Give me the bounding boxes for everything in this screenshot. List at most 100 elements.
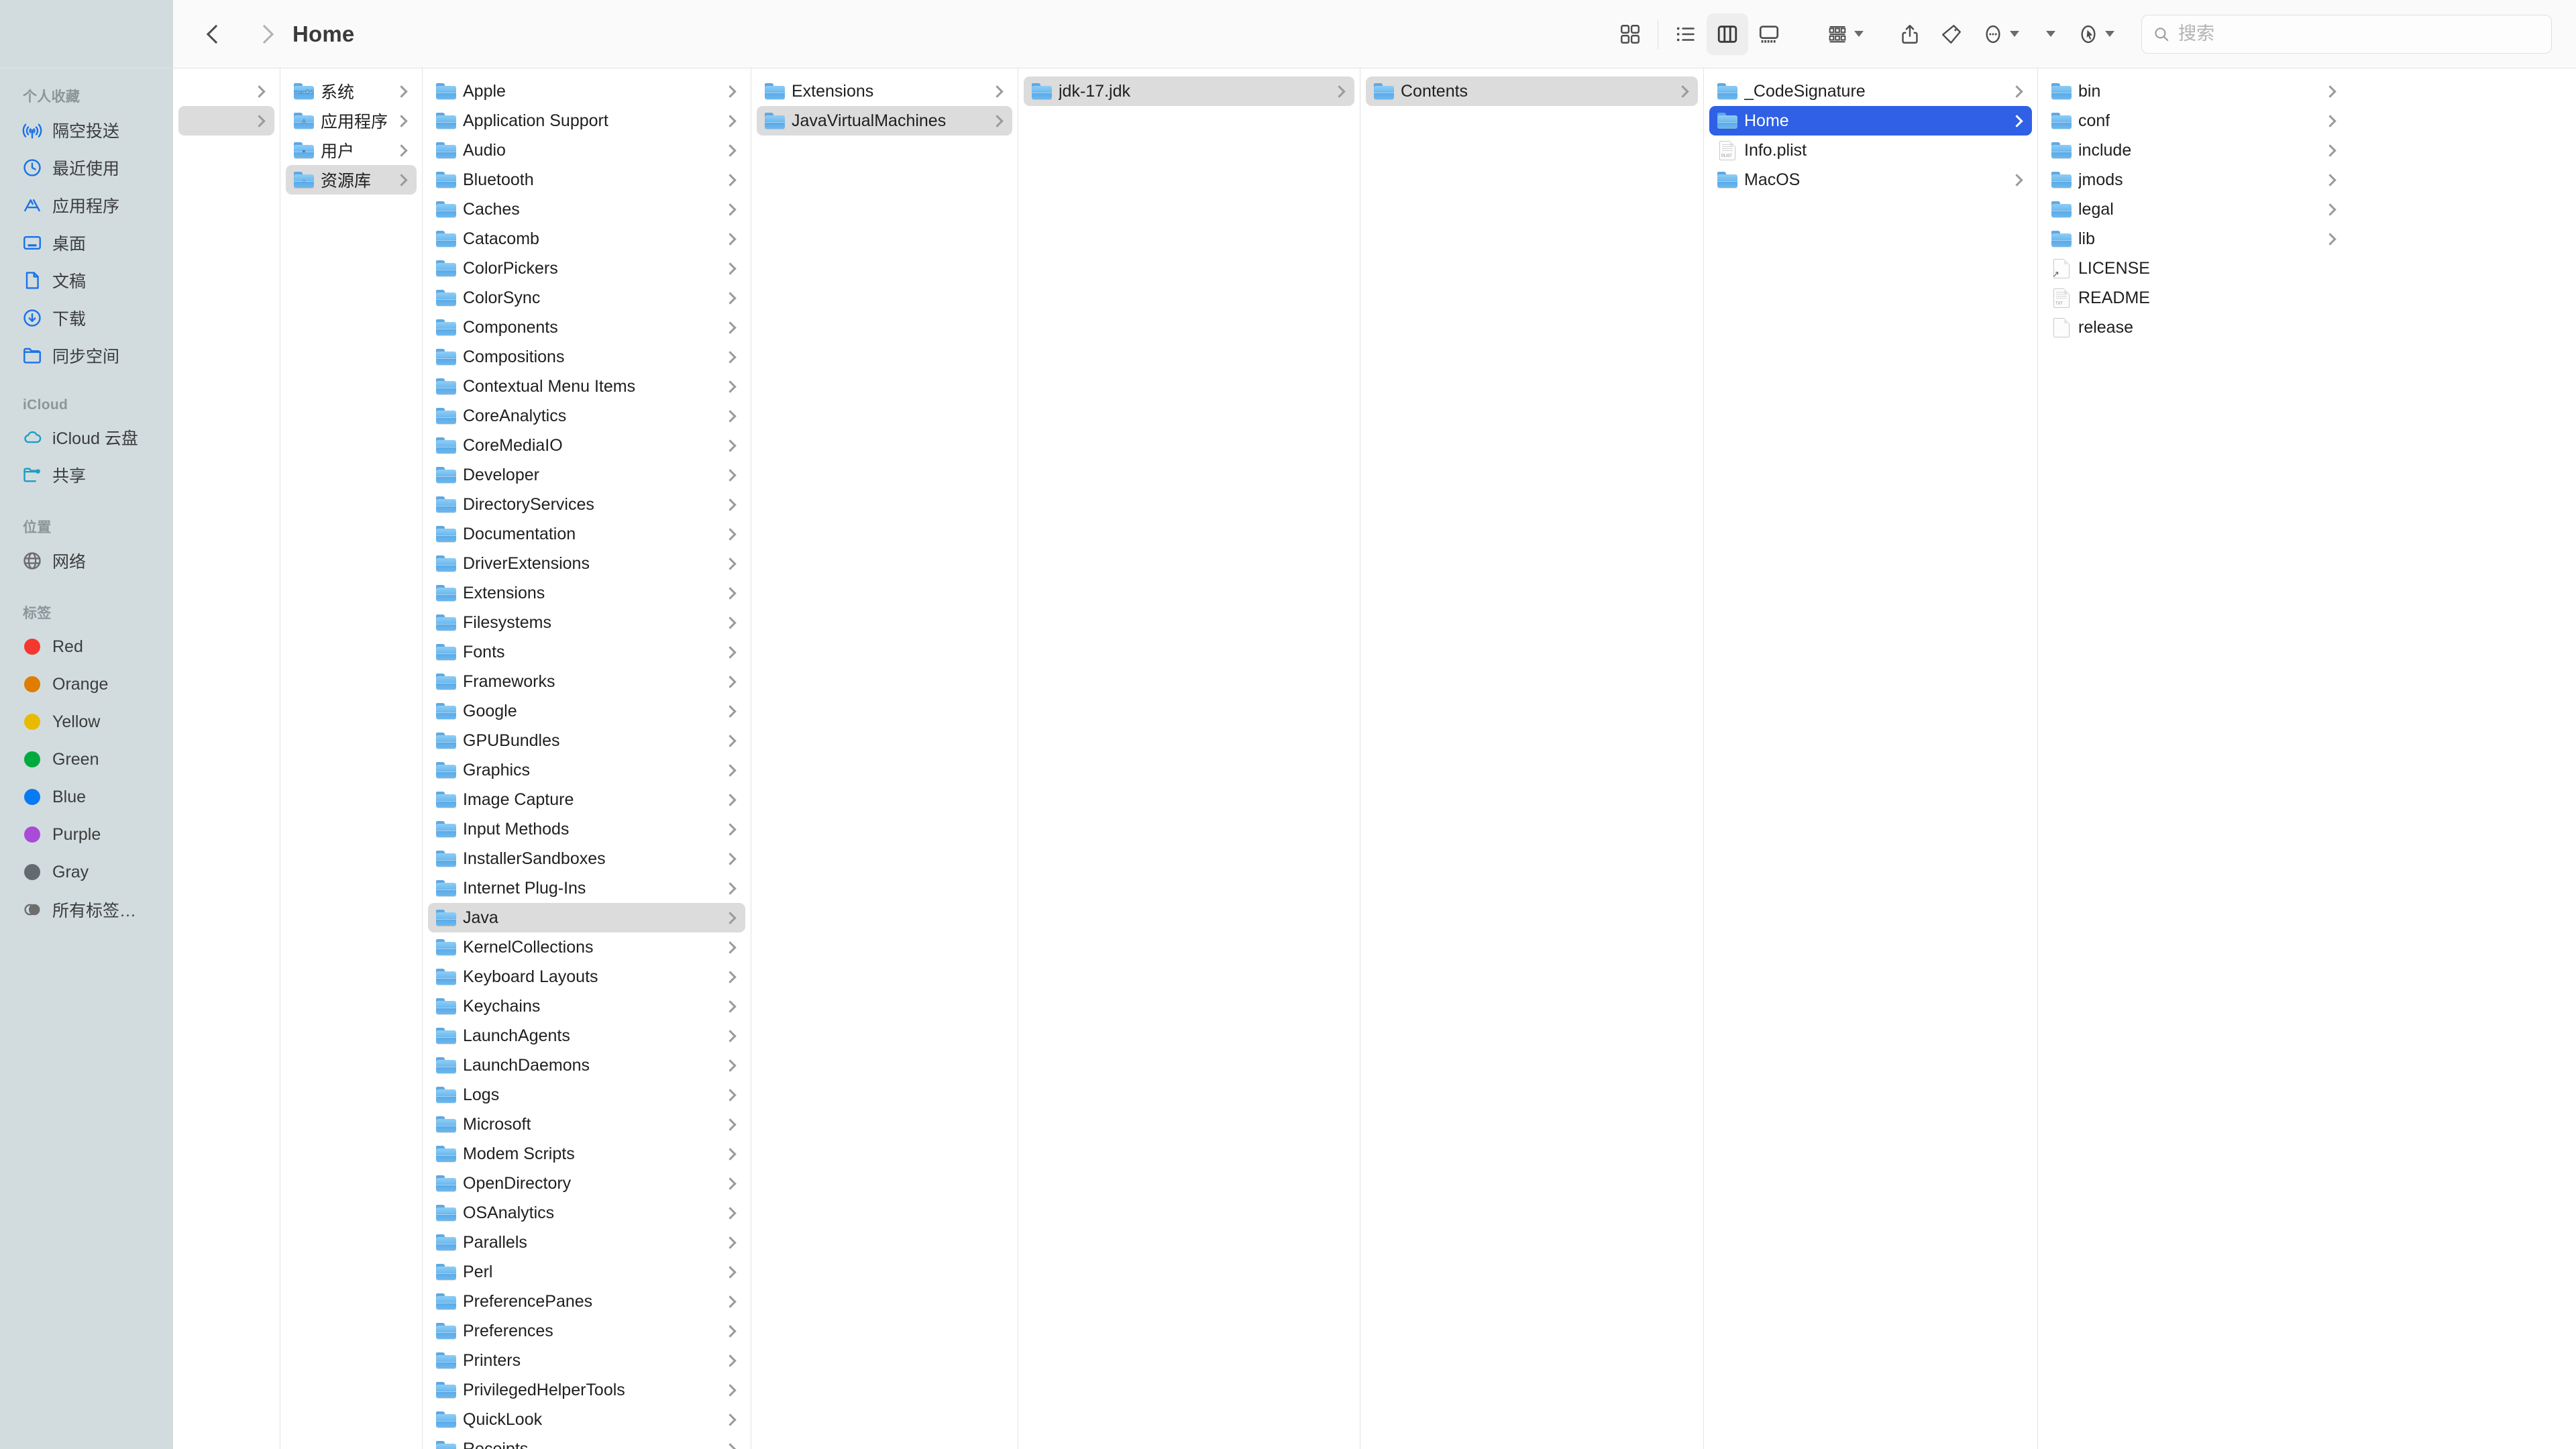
column-row[interactable]: Graphics: [428, 755, 745, 785]
sidebar-item-[interactable]: 同步空间: [0, 337, 173, 374]
column-row[interactable]: Java: [428, 903, 745, 932]
back-button[interactable]: [197, 18, 229, 50]
column-row[interactable]: legal: [2043, 195, 2345, 224]
column-row[interactable]: CoreAnalytics: [428, 401, 745, 431]
tags-button[interactable]: [1931, 13, 1972, 55]
sidebar-item-[interactable]: 文稿: [0, 262, 173, 299]
column-row[interactable]: Parallels: [428, 1228, 745, 1257]
sidebar-item-[interactable]: 下载: [0, 299, 173, 337]
column-row[interactable]: PLIST Info.plist: [1709, 136, 2032, 165]
column-row[interactable]: Printers: [428, 1346, 745, 1375]
column-row[interactable]: Audio: [428, 136, 745, 165]
column-row[interactable]: Apple: [428, 76, 745, 106]
column-row[interactable]: TXT README: [2043, 283, 2345, 313]
column-row[interactable]: CoreMediaIO: [428, 431, 745, 460]
column-row[interactable]: ● 用户: [286, 136, 417, 165]
column-row[interactable]: OSAnalytics: [428, 1198, 745, 1228]
list-view-button[interactable]: [1665, 13, 1707, 55]
column-row[interactable]: DirectoryServices: [428, 490, 745, 519]
sidebar-item-[interactable]: 共享: [0, 456, 173, 494]
column-row[interactable]: jdk-17.jdk: [1024, 76, 1354, 106]
column-row[interactable]: Developer: [428, 460, 745, 490]
column-row[interactable]: Microsoft: [428, 1110, 745, 1139]
column-row[interactable]: include: [2043, 136, 2345, 165]
column-row[interactable]: PrivilegedHelperTools: [428, 1375, 745, 1405]
column-row[interactable]: [178, 76, 274, 106]
column-row[interactable]: bin: [2043, 76, 2345, 106]
column-row[interactable]: Home: [1709, 106, 2032, 136]
forward-button[interactable]: [247, 18, 279, 50]
column-row[interactable]: conf: [2043, 106, 2345, 136]
column-row[interactable]: Extensions: [757, 76, 1012, 106]
column-row[interactable]: Bluetooth: [428, 165, 745, 195]
column-row[interactable]: Documentation: [428, 519, 745, 549]
column-row[interactable]: Keyboard Layouts: [428, 962, 745, 991]
share-button[interactable]: [1889, 13, 1931, 55]
column-row[interactable]: Frameworks: [428, 667, 745, 696]
column-row[interactable]: MacOS: [1709, 165, 2032, 195]
column-row[interactable]: Caches: [428, 195, 745, 224]
column-row[interactable]: Preferences: [428, 1316, 745, 1346]
column-row[interactable]: GPUBundles: [428, 726, 745, 755]
column-row[interactable]: Modem Scripts: [428, 1139, 745, 1169]
sidebar-item-yellow[interactable]: Yellow: [0, 703, 173, 741]
column-row[interactable]: Contextual Menu Items: [428, 372, 745, 401]
column-row[interactable]: PreferencePanes: [428, 1287, 745, 1316]
column-row[interactable]: _CodeSignature: [1709, 76, 2032, 106]
group-by-button[interactable]: [1817, 13, 1876, 55]
sidebar-item-[interactable]: 隔空投送: [0, 111, 173, 149]
column-row[interactable]: LaunchDaemons: [428, 1051, 745, 1080]
sidebar-item-red[interactable]: Red: [0, 628, 173, 665]
column-row[interactable]: Compositions: [428, 342, 745, 372]
column-row[interactable]: jmods: [2043, 165, 2345, 195]
sidebar-item-blue[interactable]: Blue: [0, 778, 173, 816]
column-view-button[interactable]: [1707, 13, 1748, 55]
column-row[interactable]: Image Capture: [428, 785, 745, 814]
sidebar-item-[interactable]: 应用程序: [0, 186, 173, 224]
column-row[interactable]: Components: [428, 313, 745, 342]
column-row[interactable]: Catacomb: [428, 224, 745, 254]
column-row[interactable]: lib: [2043, 224, 2345, 254]
column-row[interactable]: Input Methods: [428, 814, 745, 844]
column-row[interactable]: A 应用程序: [286, 106, 417, 136]
search-input[interactable]: [2178, 23, 2540, 44]
column-row[interactable]: Receipts: [428, 1434, 745, 1449]
column-row[interactable]: macOS 系统: [286, 76, 417, 106]
column-row[interactable]: Logs: [428, 1080, 745, 1110]
column-row[interactable]: ↗ LICENSE: [2043, 254, 2345, 283]
overflow-button[interactable]: [2031, 13, 2068, 55]
sidebar-item-orange[interactable]: Orange: [0, 665, 173, 703]
sidebar-item-[interactable]: 所有标签…: [0, 891, 173, 928]
column-row[interactable]: OpenDirectory: [428, 1169, 745, 1198]
column-row[interactable]: Keychains: [428, 991, 745, 1021]
column-row[interactable]: ColorPickers: [428, 254, 745, 283]
column-row[interactable]: Application Support: [428, 106, 745, 136]
column-row[interactable]: InstallerSandboxes: [428, 844, 745, 873]
icon-view-button[interactable]: [1609, 13, 1651, 55]
column-row[interactable]: DriverExtensions: [428, 549, 745, 578]
more-actions-button[interactable]: [1972, 13, 2031, 55]
action-menu-button[interactable]: [2068, 13, 2127, 55]
column-row[interactable]: ⌂ 资源库: [286, 165, 417, 195]
sidebar-item-[interactable]: 网络: [0, 542, 173, 580]
column-row[interactable]: release: [2043, 313, 2345, 342]
column-row[interactable]: Extensions: [428, 578, 745, 608]
sidebar-item-[interactable]: 桌面: [0, 224, 173, 262]
sidebar-item-gray[interactable]: Gray: [0, 853, 173, 891]
column-row[interactable]: Perl: [428, 1257, 745, 1287]
column-row[interactable]: Filesystems: [428, 608, 745, 637]
column-row[interactable]: Contents: [1366, 76, 1698, 106]
column-row[interactable]: KernelCollections: [428, 932, 745, 962]
search-box[interactable]: [2141, 14, 2552, 54]
sidebar-item-green[interactable]: Green: [0, 741, 173, 778]
column-row[interactable]: Google: [428, 696, 745, 726]
column-row[interactable]: Internet Plug-Ins: [428, 873, 745, 903]
column-row[interactable]: ColorSync: [428, 283, 745, 313]
column-row[interactable]: JavaVirtualMachines: [757, 106, 1012, 136]
column-row[interactable]: Fonts: [428, 637, 745, 667]
sidebar-item-purple[interactable]: Purple: [0, 816, 173, 853]
column-row[interactable]: [178, 106, 274, 136]
column-row[interactable]: QuickLook: [428, 1405, 745, 1434]
sidebar-item-[interactable]: 最近使用: [0, 149, 173, 186]
gallery-view-button[interactable]: [1748, 13, 1790, 55]
